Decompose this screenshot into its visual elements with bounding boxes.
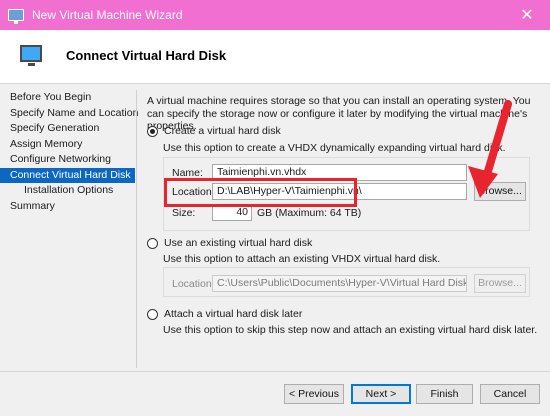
red-arrow-annotation [468,100,512,198]
close-icon[interactable]: ✕ [504,0,550,30]
nav-divider [136,90,137,368]
hyper-v-app-icon [8,9,24,24]
step-specify-name-location[interactable]: Specify Name and Location [0,106,138,122]
window-title: New Virtual Machine Wizard [32,8,183,22]
create-vhd-radio[interactable] [147,125,158,137]
existing-vhd-radio[interactable] [147,237,158,249]
existing-browse-button[interactable]: Browse... [474,274,526,293]
attach-later-label: Attach a virtual hard disk later [164,308,303,320]
existing-vhd-option[interactable]: Use an existing virtual hard disk [147,237,312,249]
existing-vhd-description: Use this option to attach an existing VH… [163,253,441,265]
step-specify-generation[interactable]: Specify Generation [0,121,135,137]
step-before-you-begin[interactable]: Before You Begin [0,90,135,106]
step-configure-networking[interactable]: Configure Networking [0,152,135,168]
page-title: Connect Virtual Hard Disk [66,48,227,63]
step-assign-memory[interactable]: Assign Memory [0,137,135,153]
arrow-shaft [482,100,512,182]
title-bar: New Virtual Machine Wizard ✕ [0,0,550,30]
create-vhd-description: Use this option to create a VHDX dynamic… [163,142,506,154]
footer-divider [0,371,550,372]
create-vhd-option[interactable]: Create a virtual hard disk [147,125,281,137]
size-unit-text: GB (Maximum: 64 TB) [257,207,362,219]
monitor-icon [20,45,42,66]
step-installation-options[interactable]: Installation Options [0,183,135,199]
existing-location-label: Location: [172,278,215,290]
attach-later-description: Use this option to skip this step now an… [163,324,538,336]
existing-vhd-location-input[interactable]: C:\Users\Public\Documents\Hyper-V\Virtua… [212,275,467,292]
wizard-steps-nav: Before You Begin Specify Name and Locati… [0,90,138,215]
previous-button[interactable]: < Previous [284,384,344,404]
location-highlight-box [164,178,357,207]
create-vhd-label: Create a virtual hard disk [164,125,281,137]
attach-later-option[interactable]: Attach a virtual hard disk later [147,308,302,320]
next-button[interactable]: Next > [351,384,411,404]
arrow-head [468,166,498,198]
step-connect-virtual-hard-disk[interactable]: Connect Virtual Hard Disk [0,167,135,183]
wizard-header: Connect Virtual Hard Disk [0,30,550,84]
cancel-button[interactable]: Cancel [480,384,540,404]
finish-button[interactable]: Finish [416,384,473,404]
size-label: Size: [172,207,196,219]
attach-later-radio[interactable] [147,308,158,320]
existing-vhd-label: Use an existing virtual hard disk [164,237,313,249]
step-summary[interactable]: Summary [0,199,135,215]
